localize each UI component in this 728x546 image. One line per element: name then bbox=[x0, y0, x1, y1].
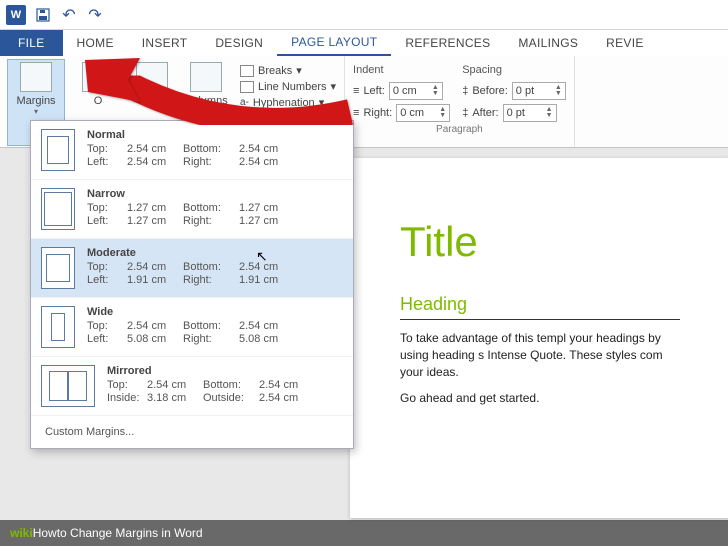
indent-right-label: Right: bbox=[363, 107, 392, 119]
document-page: Title Heading To take advantage of this … bbox=[350, 158, 728, 518]
tab-file[interactable]: FILE bbox=[0, 30, 63, 56]
spacing-header: Spacing bbox=[462, 64, 566, 76]
hyphenation-label: Hyphenation bbox=[253, 97, 315, 109]
chevron-down-icon: ▾ bbox=[204, 107, 208, 116]
undo-icon[interactable]: ↶ bbox=[60, 6, 78, 24]
paragraph-group-label: Paragraph bbox=[353, 122, 566, 135]
doc-heading: Heading bbox=[400, 294, 680, 320]
indent-left-label: Left: bbox=[363, 85, 384, 97]
tab-insert[interactable]: INSERT bbox=[128, 30, 202, 56]
margin-option-narrow[interactable]: Narrow Top:1.27 cmBottom:1.27 cm Left:1.… bbox=[31, 180, 353, 239]
caption-bar: wikiHow to Change Margins in Word bbox=[0, 520, 728, 546]
line-numbers-label: Line Numbers bbox=[258, 81, 326, 93]
line-numbers-button[interactable]: Line Numbers ▾ bbox=[240, 80, 336, 93]
ribbon-tabs: FILE HOME INSERT DESIGN PAGE LAYOUT REFE… bbox=[0, 30, 728, 56]
custom-margins-item[interactable]: Custom Margins... bbox=[31, 416, 353, 448]
breaks-label: Breaks bbox=[258, 65, 292, 77]
margins-dropdown: Normal Top:2.54 cmBottom:2.54 cm Left:2.… bbox=[30, 120, 354, 449]
margin-thumb-icon bbox=[41, 306, 75, 348]
chevron-down-icon: ▾ bbox=[296, 64, 302, 77]
chevron-down-icon: ▾ bbox=[319, 96, 325, 109]
size-icon bbox=[136, 62, 168, 92]
breaks-icon bbox=[240, 65, 254, 77]
spacing-before-input[interactable]: 0 pt▲▼ bbox=[512, 82, 566, 100]
spacing-after-icon: ‡ bbox=[462, 107, 468, 119]
doc-paragraph: Go ahead and get started. bbox=[400, 390, 680, 407]
chevron-down-icon: ▾ bbox=[34, 107, 38, 116]
hyphenation-icon: a- bbox=[240, 97, 249, 108]
margin-thumb-icon bbox=[41, 129, 75, 171]
spacing-after-input[interactable]: 0 pt▲▼ bbox=[503, 104, 557, 122]
word-app-icon: W bbox=[6, 5, 26, 25]
indent-left-icon: ≡ bbox=[353, 85, 359, 97]
indent-header: Indent bbox=[353, 64, 450, 76]
margins-icon bbox=[20, 62, 52, 92]
tab-review[interactable]: REVIE bbox=[592, 30, 658, 56]
margin-thumb-icon bbox=[41, 188, 75, 230]
spacing-before-icon: ‡ bbox=[462, 85, 468, 97]
tab-home[interactable]: HOME bbox=[63, 30, 128, 56]
tab-page-layout[interactable]: PAGE LAYOUT bbox=[277, 30, 391, 56]
line-numbers-icon bbox=[240, 81, 254, 93]
spacing-before-label: Before: bbox=[472, 85, 507, 97]
tab-references[interactable]: REFERENCES bbox=[391, 30, 504, 56]
indent-left-input[interactable]: 0 cm▲▼ bbox=[389, 82, 443, 100]
margin-option-moderate[interactable]: Moderate Top:2.54 cmBottom:2.54 cm Left:… bbox=[31, 239, 353, 298]
doc-paragraph: To take advantage of this templ your hea… bbox=[400, 330, 680, 380]
spacing-after-label: After: bbox=[472, 107, 498, 119]
title-bar: W ↶ ↷ bbox=[0, 0, 728, 30]
margins-label: Margins bbox=[16, 95, 55, 107]
footer-how: How bbox=[33, 526, 57, 540]
indent-right-icon: ≡ bbox=[353, 107, 359, 119]
chevron-down-icon: ▾ bbox=[330, 80, 336, 93]
doc-title: Title bbox=[400, 218, 680, 266]
tab-design[interactable]: DESIGN bbox=[201, 30, 277, 56]
breaks-button[interactable]: Breaks ▾ bbox=[240, 64, 336, 77]
orientation-icon bbox=[82, 62, 114, 92]
margin-option-normal[interactable]: Normal Top:2.54 cmBottom:2.54 cm Left:2.… bbox=[31, 121, 353, 180]
brand-label: wiki bbox=[10, 526, 33, 540]
redo-icon[interactable]: ↷ bbox=[86, 6, 104, 24]
indent-right-input[interactable]: 0 cm▲▼ bbox=[396, 104, 450, 122]
orientation-label: O bbox=[94, 95, 103, 107]
hyphenation-button[interactable]: a- Hyphenation ▾ bbox=[240, 96, 336, 109]
footer-text: to Change Margins in Word bbox=[57, 526, 203, 540]
margin-thumb-icon bbox=[41, 365, 95, 407]
margin-thumb-icon bbox=[41, 247, 75, 289]
margin-option-mirrored[interactable]: Mirrored Top:2.54 cmBottom:2.54 cm Insid… bbox=[31, 357, 353, 416]
tab-mailings[interactable]: MAILINGS bbox=[504, 30, 592, 56]
columns-label: Columns bbox=[184, 95, 227, 107]
save-icon[interactable] bbox=[34, 6, 52, 24]
columns-icon bbox=[190, 62, 222, 92]
margin-option-wide[interactable]: Wide Top:2.54 cmBottom:2.54 cm Left:5.08… bbox=[31, 298, 353, 357]
